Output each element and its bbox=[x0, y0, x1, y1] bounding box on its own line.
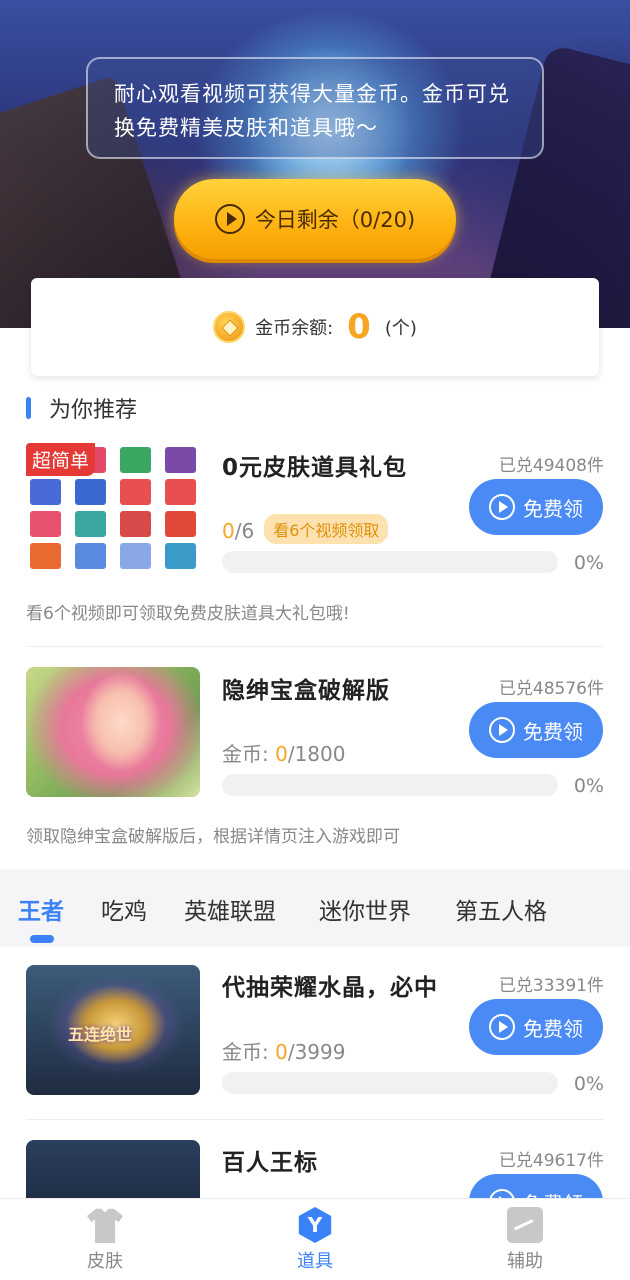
item-progress-text: 金币: 0/3999 bbox=[222, 1036, 345, 1065]
balance-amount: 0 bbox=[347, 307, 371, 347]
item-thumbnail: 五连绝世 bbox=[26, 965, 200, 1095]
shirt-icon bbox=[87, 1208, 123, 1243]
item-progress-text: 0/6 看6个视频领取 bbox=[222, 514, 389, 544]
coin-label: 金币: bbox=[222, 742, 276, 766]
hero-notice: 耐心观看视频可获得大量金币。金币可兑换免费精美皮肤和道具哦～ bbox=[86, 57, 544, 159]
item-name: 代抽荣耀水晶，必中 bbox=[222, 975, 438, 1001]
watch-video-button[interactable]: 今日剩余（0/20) bbox=[174, 179, 456, 259]
item-progress-percent: 0% bbox=[573, 775, 604, 797]
nav-skins-label: 皮肤 bbox=[87, 1251, 123, 1272]
item-redeemed-count: 已兑49408件 bbox=[498, 456, 604, 476]
play-icon bbox=[489, 494, 515, 520]
item-description: 领取隐绅宝盒破解版后，根据详情页注入游戏即可 bbox=[26, 827, 400, 847]
section-header: 为你推荐 bbox=[26, 392, 137, 424]
progress-total: /1800 bbox=[287, 742, 346, 766]
item-thumbnail bbox=[26, 667, 200, 797]
nav-assist[interactable]: 辅助 bbox=[465, 1207, 585, 1273]
item-progress-percent: 0% bbox=[573, 1073, 604, 1095]
coin-icon bbox=[213, 311, 246, 343]
section-accent-bar bbox=[26, 397, 31, 419]
nav-props-label: 道具 bbox=[297, 1251, 333, 1272]
tab-chiji[interactable]: 吃鸡 bbox=[101, 892, 147, 926]
item-progress-text: 金币: 0/1800 bbox=[222, 738, 345, 767]
item-redeemed-count: 已兑48576件 bbox=[498, 679, 604, 699]
progress-current: 0 bbox=[222, 519, 235, 543]
divider bbox=[26, 1119, 604, 1120]
progress-current: 0 bbox=[275, 742, 288, 766]
thumb-caption: 五连绝世 bbox=[68, 1025, 133, 1044]
free-claim-button[interactable]: 免费领 bbox=[469, 479, 603, 535]
watch-video-label: 今日剩余（0/20) bbox=[254, 208, 416, 232]
item-progress-bar bbox=[222, 1072, 558, 1094]
tab-indicator bbox=[30, 935, 54, 943]
item-name: 0元皮肤道具礼包 bbox=[222, 455, 408, 481]
assist-icon bbox=[507, 1207, 543, 1243]
item-progress-bar bbox=[222, 774, 558, 796]
balance-unit: (个) bbox=[384, 318, 417, 339]
item-redeemed-count: 已兑33391件 bbox=[498, 976, 604, 996]
nav-skins[interactable]: 皮肤 bbox=[45, 1207, 165, 1273]
free-claim-label: 免费领 bbox=[523, 1016, 583, 1041]
free-claim-label: 免费领 bbox=[523, 719, 583, 744]
item-description: 看6个视频即可领取免费皮肤道具大礼包哦! bbox=[26, 604, 350, 624]
tab-mini-world[interactable]: 迷你世界 bbox=[319, 892, 411, 926]
item-progress-bar bbox=[222, 551, 558, 573]
nav-assist-label: 辅助 bbox=[507, 1251, 543, 1272]
props-hex-icon bbox=[298, 1207, 332, 1243]
play-icon bbox=[214, 204, 245, 234]
bottom-nav: 皮肤 道具 辅助 bbox=[0, 1198, 630, 1280]
tab-identity-v[interactable]: 第五人格 bbox=[455, 892, 547, 926]
item-name: 百人王标 bbox=[222, 1150, 318, 1176]
progress-total: /6 bbox=[234, 519, 255, 543]
free-claim-label: 免费领 bbox=[523, 496, 583, 521]
section-title: 为你推荐 bbox=[49, 398, 138, 423]
tab-lol[interactable]: 英雄联盟 bbox=[184, 892, 276, 926]
free-claim-button[interactable]: 免费领 bbox=[469, 999, 603, 1055]
item-progress-percent: 0% bbox=[573, 552, 604, 574]
free-claim-button[interactable]: 免费领 bbox=[469, 702, 603, 758]
divider bbox=[26, 646, 604, 647]
video-tag: 看6个视频领取 bbox=[264, 514, 389, 544]
play-icon bbox=[489, 1014, 515, 1040]
coin-label: 金币: bbox=[222, 1040, 276, 1064]
progress-current: 0 bbox=[275, 1040, 288, 1064]
play-icon bbox=[489, 717, 515, 743]
progress-total: /3999 bbox=[287, 1040, 346, 1064]
item-redeemed-count: 已兑49617件 bbox=[498, 1151, 604, 1171]
balance-label: 金币余额: bbox=[255, 318, 334, 339]
tab-wangzhe[interactable]: 王者 bbox=[18, 892, 64, 926]
easy-badge: 超简单 bbox=[26, 443, 96, 476]
coin-balance-card: 金币余额: 0 (个) bbox=[31, 278, 599, 376]
item-name: 隐绅宝盒破解版 bbox=[222, 678, 390, 704]
nav-props[interactable]: 道具 bbox=[255, 1207, 375, 1273]
